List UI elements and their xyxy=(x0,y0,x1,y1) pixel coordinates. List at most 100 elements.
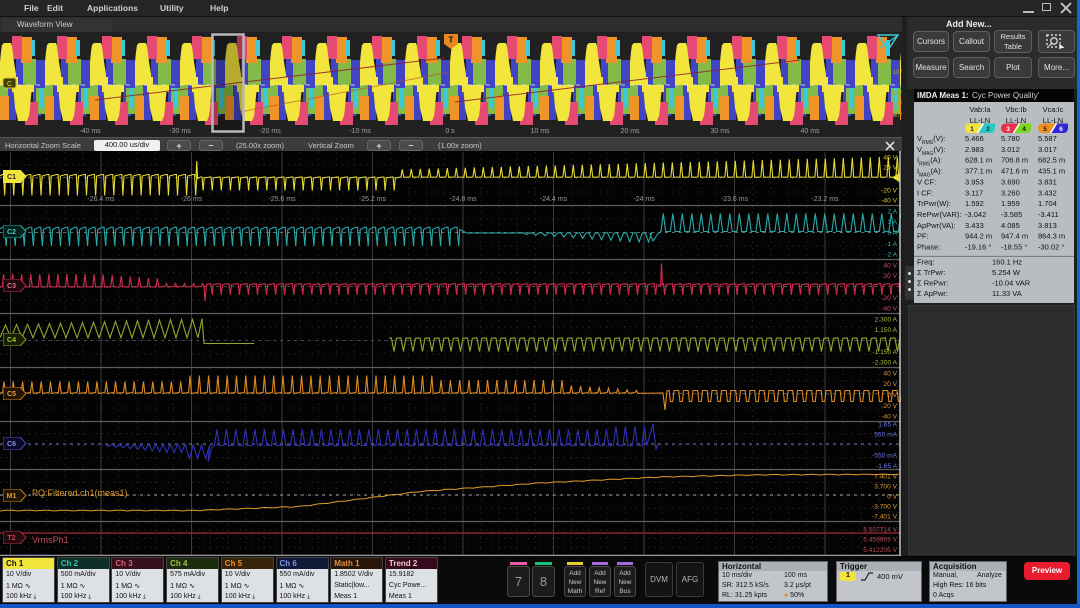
svg-text:7.401 V: 7.401 V xyxy=(874,473,897,480)
svg-text:PF:: PF: xyxy=(917,232,929,241)
svg-text:3: 3 xyxy=(1006,126,1010,133)
svg-text:2.983: 2.983 xyxy=(965,145,984,154)
svg-text:471.6 m: 471.6 m xyxy=(1001,167,1028,176)
svg-text:3.433: 3.433 xyxy=(965,221,984,230)
svg-text:-40 V: -40 V xyxy=(881,413,897,420)
svg-text:-40 ms: -40 ms xyxy=(79,128,101,135)
svg-text:-19.16 °: -19.16 ° xyxy=(965,243,991,252)
svg-text:-20 V: -20 V xyxy=(881,403,897,410)
svg-text:5.780: 5.780 xyxy=(1001,134,1020,143)
svg-text:TrPwr(W):: TrPwr(W): xyxy=(917,199,951,208)
svg-text:-23.6 ms: -23.6 ms xyxy=(721,196,749,203)
svg-text:RePwr(VAR):: RePwr(VAR): xyxy=(917,210,961,219)
svg-text:-3.411: -3.411 xyxy=(1038,210,1059,219)
svg-text:Vca:Ic: Vca:Ic xyxy=(1043,105,1064,114)
svg-text:3.813: 3.813 xyxy=(1038,221,1057,230)
svg-text:40 V: 40 V xyxy=(883,262,897,269)
svg-text:-3.700 V: -3.700 V xyxy=(872,503,898,510)
svg-text:-1.150 A: -1.150 A xyxy=(872,349,897,356)
svg-text:2: 2 xyxy=(986,126,990,133)
svg-text:-20 ms: -20 ms xyxy=(259,128,281,135)
svg-text:-24.4 ms: -24.4 ms xyxy=(540,196,568,203)
svg-text:682.5 m: 682.5 m xyxy=(1038,156,1065,165)
svg-text:3.017: 3.017 xyxy=(1038,145,1057,154)
svg-text:0 s: 0 s xyxy=(445,128,455,135)
svg-text:-30.02 °: -30.02 ° xyxy=(1038,243,1064,252)
svg-text:-1.65 A: -1.65 A xyxy=(876,463,897,470)
svg-text:M1: M1 xyxy=(7,493,17,500)
svg-text:550 mA: 550 mA xyxy=(874,431,897,438)
svg-text:Phase:: Phase: xyxy=(917,243,940,252)
svg-text:3.831: 3.831 xyxy=(1038,177,1057,186)
svg-text:3.012: 3.012 xyxy=(1001,145,1020,154)
svg-text:-24.8 ms: -24.8 ms xyxy=(449,196,477,203)
svg-text:Vbc:Ib: Vbc:Ib xyxy=(1005,105,1026,114)
svg-text:C2: C2 xyxy=(7,229,16,236)
svg-text:40 V: 40 V xyxy=(883,370,897,377)
svg-text:1.592: 1.592 xyxy=(965,199,984,208)
svg-text:30 ms: 30 ms xyxy=(710,128,730,135)
svg-text:-3.042: -3.042 xyxy=(965,210,986,219)
svg-text:-24 ms: -24 ms xyxy=(633,196,655,203)
svg-text:5.254 W: 5.254 W xyxy=(992,268,1021,277)
svg-text:6: 6 xyxy=(1059,126,1063,133)
svg-text:20 ms: 20 ms xyxy=(620,128,640,135)
svg-text:40 V: 40 V xyxy=(883,154,897,161)
svg-text:C5: C5 xyxy=(7,391,16,398)
svg-text:-25.6 ms: -25.6 ms xyxy=(268,196,296,203)
svg-text:5.412205 V: 5.412205 V xyxy=(863,547,897,554)
svg-text:40 ms: 40 ms xyxy=(800,128,820,135)
svg-text:-40 V: -40 V xyxy=(881,305,897,312)
svg-text:-1 A: -1 A xyxy=(885,241,897,248)
svg-text:-26 ms: -26 ms xyxy=(181,196,203,203)
svg-text:0 V: 0 V xyxy=(887,392,897,399)
svg-text:V CF:: V CF: xyxy=(917,177,936,186)
svg-text:1.704: 1.704 xyxy=(1038,199,1057,208)
svg-text:20 V: 20 V xyxy=(883,381,897,388)
svg-text:Σ TrPwr:: Σ TrPwr: xyxy=(917,268,946,277)
svg-text:3.432: 3.432 xyxy=(1038,188,1057,197)
svg-text:Σ RePwr:: Σ RePwr: xyxy=(917,279,948,288)
svg-text:-23.2 ms: -23.2 ms xyxy=(811,196,839,203)
svg-text:T2: T2 xyxy=(7,535,15,542)
svg-text:-25.2 ms: -25.2 ms xyxy=(359,196,387,203)
svg-text:2.300 A: 2.300 A xyxy=(875,316,898,323)
svg-text:628.1 m: 628.1 m xyxy=(965,156,992,165)
svg-text:1: 1 xyxy=(970,126,974,133)
svg-text:5: 5 xyxy=(1043,126,1047,133)
svg-text:0 V: 0 V xyxy=(887,493,897,500)
svg-text:5.466: 5.466 xyxy=(965,134,984,143)
svg-text:-3.585: -3.585 xyxy=(1001,210,1022,219)
svg-text:C1: C1 xyxy=(7,174,16,181)
svg-text:3.953: 3.953 xyxy=(965,177,984,186)
svg-text:C4: C4 xyxy=(7,337,16,344)
svg-text:5.459959 V: 5.459959 V xyxy=(863,536,897,543)
svg-text:1.150 A: 1.150 A xyxy=(875,327,898,334)
svg-text:1 A: 1 A xyxy=(887,219,897,226)
svg-text:C3: C3 xyxy=(7,283,16,290)
svg-text:435.1 m: 435.1 m xyxy=(1038,167,1065,176)
svg-text:-30 ms: -30 ms xyxy=(169,128,191,135)
svg-text:1.959: 1.959 xyxy=(1001,199,1020,208)
svg-text:ApPwr(VA):: ApPwr(VA): xyxy=(917,221,956,230)
svg-text:4.085: 4.085 xyxy=(1001,221,1020,230)
svg-text:160.1 Hz: 160.1 Hz xyxy=(992,257,1022,266)
svg-text:706.8 m: 706.8 m xyxy=(1001,156,1028,165)
svg-text:20 V: 20 V xyxy=(883,164,897,171)
svg-text:I CF:: I CF: xyxy=(917,188,933,197)
svg-text:C: C xyxy=(7,81,12,88)
svg-text:-10.04 VAR: -10.04 VAR xyxy=(992,279,1031,288)
svg-text:-20 V: -20 V xyxy=(881,187,897,194)
svg-text:11.33 VA: 11.33 VA xyxy=(992,289,1022,298)
svg-text:4: 4 xyxy=(1022,126,1026,133)
svg-text:-26.4 ms: -26.4 ms xyxy=(87,196,115,203)
svg-text:-550 mA: -550 mA xyxy=(872,452,898,459)
svg-text:-7.401 V: -7.401 V xyxy=(872,513,898,520)
svg-text:5.507714 V: 5.507714 V xyxy=(863,526,897,533)
svg-text:1.65 A: 1.65 A xyxy=(878,421,897,428)
svg-text:3.700 V: 3.700 V xyxy=(874,483,897,490)
svg-text:-40 V: -40 V xyxy=(881,197,897,204)
svg-text:944.2 m: 944.2 m xyxy=(965,232,992,241)
svg-text:-2.300 A: -2.300 A xyxy=(872,359,897,366)
svg-text:377.1 m: 377.1 m xyxy=(965,167,992,176)
